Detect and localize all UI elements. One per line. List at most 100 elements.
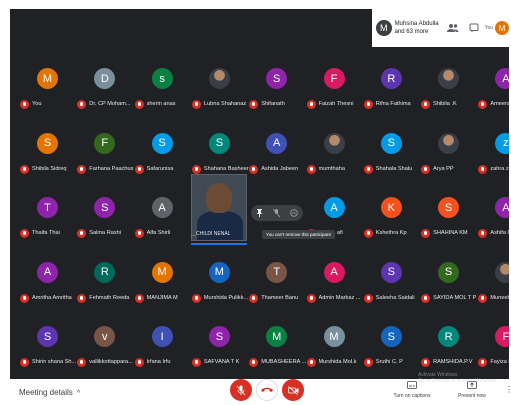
hangup-icon xyxy=(261,387,273,392)
participant-tile[interactable]: S SAFVANA T K xyxy=(191,320,249,375)
participant-name: Shibila Sidreq xyxy=(32,165,67,172)
captions-label: Turn on captions xyxy=(393,393,431,399)
participant-tile[interactable]: R Rifna Fathima xyxy=(363,62,421,117)
participant-avatar: A xyxy=(266,132,288,154)
mic-muted-icon xyxy=(306,358,316,367)
camera-toggle-button[interactable] xyxy=(282,379,304,401)
participant-avatar: T xyxy=(37,197,58,218)
participant-avatar: z xyxy=(495,132,509,154)
participant-tile[interactable]: M MANJIMA M xyxy=(134,256,192,311)
mic-muted-icon xyxy=(20,100,29,109)
people-icon[interactable] xyxy=(446,21,460,35)
participant-tile[interactable]: z zahra zuhra xyxy=(477,127,509,182)
participant-tile[interactable]: mumthaha xyxy=(306,127,364,182)
participant-avatar: S xyxy=(438,261,460,283)
participant-avatar: I xyxy=(151,326,173,347)
participant-avatar: M xyxy=(208,261,230,283)
participant-avatar: S xyxy=(208,132,230,154)
mic-muted-icon xyxy=(421,293,431,303)
watermark-line-2: Go to Settings to activate Windows. xyxy=(418,378,497,384)
participant-tile[interactable]: S Saleeha Saidali xyxy=(363,256,421,311)
participant-avatar: M xyxy=(151,261,173,283)
participant-tile[interactable]: D Dr. CP Moham... xyxy=(76,62,134,117)
participant-avatar: A xyxy=(323,197,345,218)
participant-name: Ashida Jabeen xyxy=(261,165,299,172)
participant-tile[interactable]: S SAYIDA MOL T P xyxy=(420,256,478,311)
participant-name: Fehmath Reeda xyxy=(89,294,130,301)
meeting-details-button[interactable]: Meeting details ^ xyxy=(19,388,80,397)
participant-avatar: S xyxy=(380,326,402,347)
participant-tile[interactable]: F Fayiza Fazz xyxy=(477,320,509,375)
participant-tile[interactable]: S Salma Rashi xyxy=(76,191,134,246)
mic-muted-icon xyxy=(134,100,144,109)
participant-tile[interactable]: R Fehmath Reeda xyxy=(76,256,134,311)
participant-name: Kshethra Kp xyxy=(375,230,407,236)
banner-avatar: M xyxy=(376,20,392,36)
participant-name: Salma Rashi xyxy=(89,230,122,236)
participant-avatar: v xyxy=(94,326,116,347)
participant-avatar: S xyxy=(94,197,116,218)
video-person-face xyxy=(206,183,232,213)
participant-tile[interactable]: T Thaifa Thai xyxy=(19,191,77,246)
participant-avatar: s xyxy=(151,68,173,89)
participant-tile[interactable]: S Shibila Sidreq xyxy=(19,127,77,182)
more-options-icon[interactable]: ⋮ xyxy=(505,385,511,394)
participant-tile[interactable]: I Irfana Irfu xyxy=(134,320,192,375)
participant-tile[interactable]: Lubna Shahanaz xyxy=(191,62,249,117)
mic-muted-icon xyxy=(20,293,29,303)
participant-avatar: S xyxy=(37,132,58,154)
participant-tile[interactable]: R RAMSHIDA.P.V xyxy=(420,320,478,375)
participant-tile[interactable]: M MUBASHEERA ... xyxy=(248,320,306,375)
participant-tile[interactable]: Muneeba Ashi xyxy=(477,256,509,311)
participant-tile[interactable]: K Kshethra Kp xyxy=(363,191,421,246)
windows-activation-watermark: Activate Windows Go to Settings to activ… xyxy=(418,372,497,384)
participant-name: Shahala Shalu xyxy=(375,165,413,172)
participant-tile[interactable]: A Admin Markaz ... xyxy=(306,256,364,311)
participant-tile[interactable]: M You xyxy=(19,62,77,117)
participant-tile[interactable]: S Sruthi C. P xyxy=(363,320,421,375)
chat-icon[interactable] xyxy=(467,21,481,35)
participant-avatar: T xyxy=(266,261,288,283)
participant-tile[interactable]: T Thameer Banu xyxy=(248,256,306,311)
participant-tile[interactable]: A Ameera Nasr xyxy=(477,62,509,117)
leave-call-button[interactable] xyxy=(256,379,278,401)
participant-name: MUBASHEERA ... xyxy=(261,359,307,365)
participant-tile[interactable]: A Alfa Shirli xyxy=(134,191,192,246)
participant-tile[interactable]: S Shirin shana Sh... xyxy=(19,320,77,375)
participant-tile[interactable]: S Shifanath xyxy=(248,62,306,117)
mic-muted-icon xyxy=(421,164,431,174)
participant-tile[interactable]: F Faizah Thesni xyxy=(306,62,364,117)
participant-tile[interactable]: Shibila .K xyxy=(420,62,478,117)
participant-name: zahra zuhra xyxy=(490,165,509,172)
participant-tile[interactable]: M Murshida Pulikk... xyxy=(191,256,249,311)
participant-tile[interactable]: s sherin anas xyxy=(134,62,192,117)
tile-hover-controls xyxy=(251,205,303,221)
pin-icon[interactable] xyxy=(255,208,265,218)
participant-tile[interactable]: A Amritha Amritha xyxy=(19,256,77,311)
participant-avatar: S xyxy=(266,68,288,89)
microphone-toggle-button[interactable] xyxy=(230,379,252,401)
remove-participant-icon[interactable] xyxy=(289,208,299,218)
mic-muted-icon xyxy=(363,293,373,303)
mute-participant-icon[interactable] xyxy=(272,208,282,218)
participant-avatar: F xyxy=(94,132,116,154)
mic-off-icon xyxy=(236,385,246,395)
participant-tile[interactable]: F Farhana Paachus xyxy=(76,127,134,182)
pinned-video-tile[interactable]: CHILDI NENAL xyxy=(191,174,247,241)
participant-avatar: S xyxy=(438,197,460,218)
participant-tile[interactable]: M Murshida Mol.k xyxy=(306,320,364,375)
participant-tile[interactable]: Arya PP xyxy=(420,127,478,182)
participant-tile[interactable]: A Ashifa Cp xyxy=(477,191,509,246)
self-indicator[interactable]: You M xyxy=(485,21,509,35)
participant-name: Sruthi C. P xyxy=(375,359,403,365)
video-more-dots[interactable]: ... xyxy=(191,232,196,238)
participants-banner[interactable]: M Muhsina Abdulla and 63 more You M xyxy=(372,9,509,47)
participant-tile[interactable]: S SHAHINA KM xyxy=(420,191,478,246)
participant-tile[interactable]: S Shahala Shalu xyxy=(363,127,421,182)
participant-tile[interactable]: A Ashida Jabeen xyxy=(248,127,306,182)
participant-avatar xyxy=(208,68,230,89)
participant-tile[interactable]: v vallikkottappara... xyxy=(76,320,134,375)
mic-muted-icon xyxy=(191,358,201,367)
mic-muted-icon xyxy=(363,229,373,238)
participant-tile[interactable]: S Safarunisa xyxy=(134,127,192,182)
